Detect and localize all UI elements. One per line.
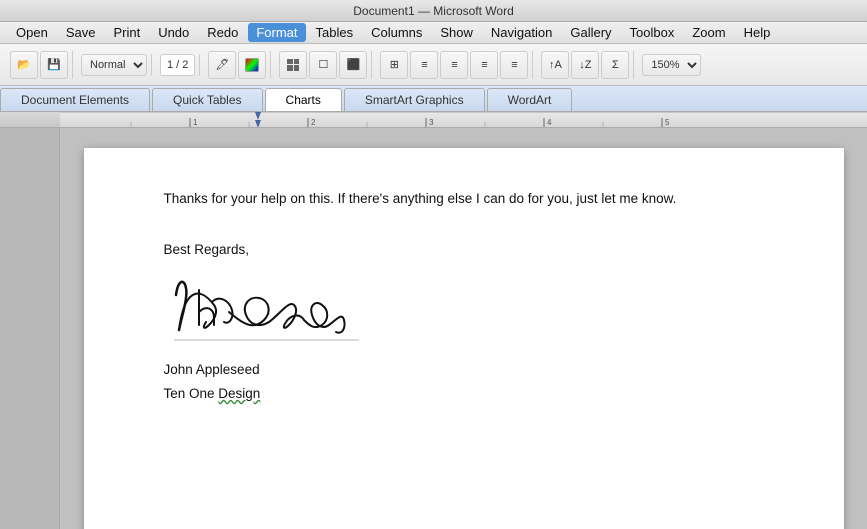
toolbar-group-table: ☐ ⬛ [275,51,372,79]
toolbar-open-btn[interactable]: 📂 [10,51,38,79]
page-content: Thanks for your help on this. If there's… [164,188,764,405]
title-text: Document1 — Microsoft Word [353,4,514,18]
svg-text:4: 4 [547,118,552,127]
menu-undo[interactable]: Undo [150,23,197,42]
align-center-btn[interactable]: ≡ [440,51,468,79]
menu-save[interactable]: Save [58,23,104,42]
tab-document-elements[interactable]: Document Elements [0,88,150,111]
doc-area[interactable]: Thanks for your help on this. If there's… [60,128,867,529]
toolbar-group-sort: ↑A ↓Z Σ [537,51,634,79]
toolbar-group-color: 🖊 [204,51,271,79]
highlight-btn[interactable]: 🖊 [208,51,236,79]
zoom-dropdown[interactable]: 150% [642,54,701,76]
menu-gallery[interactable]: Gallery [562,23,619,42]
menu-toolbox[interactable]: Toolbox [622,23,683,42]
toolbar-save-btn[interactable]: 💾 [40,51,68,79]
menu-tables[interactable]: Tables [308,23,362,42]
company-name: Ten One Design [164,384,764,404]
main-area: Thanks for your help on this. If there's… [0,128,867,529]
tab-quick-tables[interactable]: Quick Tables [152,88,262,111]
toolbar-group-layout: ⊞ ≡ ≡ ≡ ≡ [376,51,533,79]
justify-btn[interactable]: ≡ [500,51,528,79]
menu-show[interactable]: Show [432,23,481,42]
svg-text:1: 1 [193,118,198,127]
align-right-btn[interactable]: ≡ [470,51,498,79]
menu-navigation[interactable]: Navigation [483,23,560,42]
color-fill-btn[interactable]: ⬛ [339,51,367,79]
signature-area [164,270,764,356]
svg-text:2: 2 [311,118,316,127]
svg-text:5: 5 [665,118,670,127]
tab-wordart[interactable]: WordArt [487,88,573,111]
sort-asc-btn[interactable]: ↑A [541,51,569,79]
svg-text:3: 3 [429,118,434,127]
left-sidebar [0,128,60,529]
menu-zoom[interactable]: Zoom [684,23,733,42]
titlebar: Document1 — Microsoft Word [0,0,867,22]
menu-help[interactable]: Help [736,23,779,42]
company-label: Ten One [164,386,219,401]
border-btn[interactable]: ☐ [309,51,337,79]
ruler: 1 2 3 4 5 [0,112,867,128]
tab-smartart-graphics[interactable]: SmartArt Graphics [344,88,485,111]
align-left-btn[interactable]: ≡ [410,51,438,79]
body-text: Thanks for your help on this. If there's… [164,188,764,210]
page: Thanks for your help on this. If there's… [84,148,844,529]
menu-format[interactable]: Format [248,23,305,42]
sort-desc-btn[interactable]: ↓Z [571,51,599,79]
toolbar-group-zoom: 150% [638,54,705,76]
toolbar-group-style: Normal [77,54,152,76]
menu-columns[interactable]: Columns [363,23,430,42]
toolbar: 📂 💾 Normal 1 / 2 🖊 ☐ ⬛ ⊞ ≡ ≡ ≡ ≡ ↑A ↓Z [0,44,867,86]
toolbar-group-actions: 📂 💾 [6,51,73,79]
menubar: Open Save Print Undo Redo Format Tables … [0,22,867,44]
ruler-inner: 1 2 3 4 5 [60,112,867,127]
company-highlight: Design [218,386,260,401]
page-indicator: 1 / 2 [160,54,195,76]
menu-print[interactable]: Print [105,23,148,42]
menu-open[interactable]: Open [8,23,56,42]
grid-btn[interactable]: ⊞ [380,51,408,79]
signature-svg [164,270,374,350]
menu-redo[interactable]: Redo [199,23,246,42]
tab-charts[interactable]: Charts [265,88,342,111]
style-dropdown[interactable]: Normal [81,54,147,76]
toolbar-group-page: 1 / 2 [156,54,200,76]
sum-btn[interactable]: Σ [601,51,629,79]
color-picker-btn[interactable] [238,51,266,79]
ribbon: Document Elements Quick Tables Charts Sm… [0,86,867,112]
table-btn[interactable] [279,51,307,79]
printed-name: John Appleseed [164,360,764,380]
greeting-text: Best Regards, [164,240,764,260]
